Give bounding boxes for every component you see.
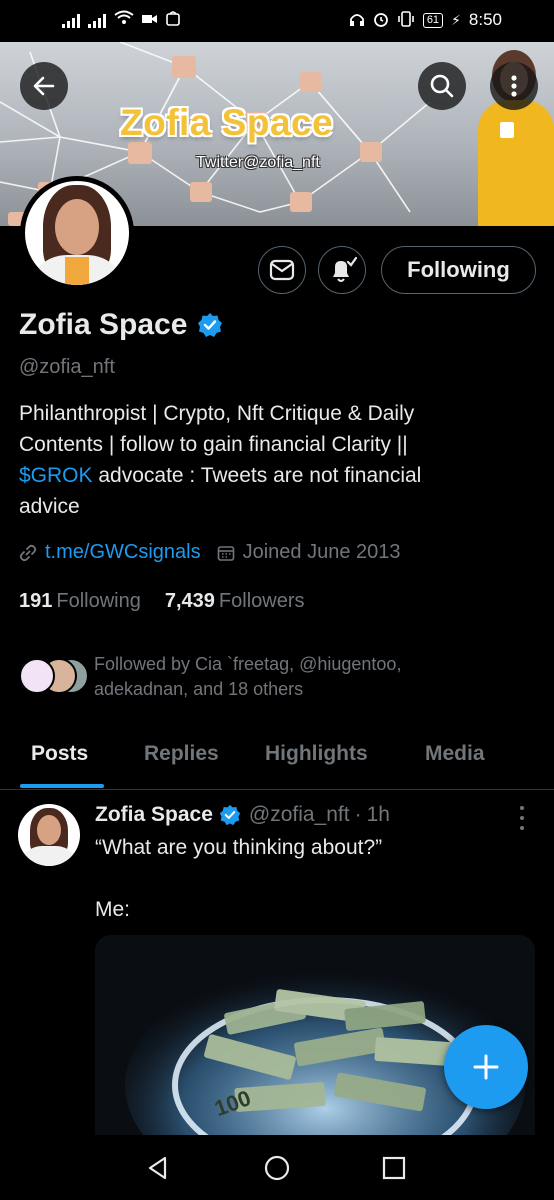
post-more-button[interactable] xyxy=(512,806,532,830)
verified-badge-icon xyxy=(219,804,241,826)
tab-replies[interactable]: Replies xyxy=(144,742,219,766)
tab-posts[interactable]: Posts xyxy=(31,742,88,766)
post-author-avatar[interactable] xyxy=(18,804,80,866)
profile-name: Zofia Space xyxy=(19,308,188,341)
following-button[interactable]: Following xyxy=(381,246,536,294)
nav-back-button[interactable] xyxy=(142,1152,174,1184)
profile-name-row: Zofia Space xyxy=(19,308,223,342)
active-tab-indicator xyxy=(20,784,104,788)
more-vertical-icon xyxy=(511,75,517,97)
tab-media[interactable]: Media xyxy=(425,742,485,766)
post-time: 1h xyxy=(366,803,390,826)
square-recents-icon xyxy=(382,1156,406,1180)
triangle-back-icon xyxy=(148,1156,167,1180)
video-icon xyxy=(142,12,158,28)
profile-link[interactable]: t.me/GWCsignals xyxy=(45,541,201,564)
charging-icon: ⚡ xyxy=(451,11,461,28)
link-icon xyxy=(19,544,37,561)
followed-by-avatars xyxy=(19,658,89,698)
more-options-button[interactable] xyxy=(490,62,538,110)
battery-icon: 61 xyxy=(422,12,444,28)
following-label: Following xyxy=(56,590,141,612)
vibrate-icon xyxy=(397,10,415,30)
banner-subtitle: Twitter@zofia_nft xyxy=(196,154,320,171)
followed-by-text: Followed by Cia `freetag, @hiugentoo, ad… xyxy=(94,654,402,699)
bio-line: $GROK advocate : Tweets are not financia… xyxy=(19,460,499,491)
followed-by[interactable]: Followed by Cia `freetag, @hiugentoo, ad… xyxy=(19,652,474,702)
post-separator: · xyxy=(354,803,362,826)
signal-icon xyxy=(88,12,106,28)
bio-text: advocate : Tweets are not financial xyxy=(92,464,422,487)
bag-icon xyxy=(166,10,180,29)
profile-bio: Philanthropist | Crypto, Nft Critique & … xyxy=(19,398,499,522)
profile-meta: t.me/GWCsignals Joined June 2013 xyxy=(19,541,401,564)
signal-icon xyxy=(62,12,80,28)
circle-home-icon xyxy=(264,1155,290,1181)
followers-count-link[interactable]: 7,439 Followers xyxy=(165,590,305,613)
tab-highlights[interactable]: Highlights xyxy=(265,742,368,766)
post-author-name[interactable]: Zofia Space xyxy=(95,803,213,827)
post-text: Me: xyxy=(95,898,131,921)
compose-post-button[interactable] xyxy=(444,1025,528,1109)
verified-badge-icon[interactable] xyxy=(197,312,223,338)
following-count: 191 xyxy=(19,590,53,612)
nav-home-button[interactable] xyxy=(261,1152,293,1184)
bell-check-icon xyxy=(333,256,357,282)
follow-counts: 191 Following 7,439 Followers xyxy=(19,590,305,613)
bio-line: advice xyxy=(19,495,80,518)
back-button[interactable] xyxy=(20,62,68,110)
search-icon xyxy=(430,74,454,98)
post-author-handle[interactable]: @zofia_nft xyxy=(249,803,350,827)
plus-icon xyxy=(473,1054,499,1080)
joined-date: Joined June 2013 xyxy=(242,541,401,563)
profile-tabs: Posts Replies Highlights Media xyxy=(0,730,554,790)
banner-title: Zofia Space xyxy=(120,102,334,143)
message-button[interactable] xyxy=(258,246,306,294)
followers-count: 7,439 xyxy=(164,590,215,612)
post-text: “What are you thinking about?” xyxy=(95,836,383,859)
bio-line: Contents | follow to gain financial Clar… xyxy=(19,433,408,456)
status-bar: 61 ⚡ 8:50 xyxy=(0,0,554,42)
following-count-link[interactable]: 191 Following xyxy=(19,590,141,613)
status-left xyxy=(62,10,180,29)
headphone-icon xyxy=(349,11,365,30)
bio-line: Philanthropist | Crypto, Nft Critique & … xyxy=(19,402,415,425)
wifi-icon xyxy=(114,10,134,29)
status-time: 8:50 xyxy=(468,10,502,29)
nav-recents-button[interactable] xyxy=(378,1152,410,1184)
post-header: Zofia Space @zofia_nft · 1h xyxy=(95,803,390,827)
arrow-left-icon xyxy=(33,76,55,96)
avatar xyxy=(19,658,55,694)
status-right: 61 ⚡ 8:50 xyxy=(349,10,502,30)
profile-handle: @zofia_nft xyxy=(19,356,115,378)
profile-avatar[interactable] xyxy=(20,176,134,290)
envelope-icon xyxy=(269,259,295,281)
system-nav-bar xyxy=(0,1136,554,1200)
cashtag-link[interactable]: $GROK xyxy=(19,464,93,487)
alarm-icon xyxy=(373,11,389,30)
notifications-button[interactable] xyxy=(318,246,366,294)
more-vertical-icon xyxy=(520,806,524,810)
search-button[interactable] xyxy=(418,62,466,110)
calendar-icon xyxy=(217,545,234,561)
followers-label: Followers xyxy=(218,590,305,612)
